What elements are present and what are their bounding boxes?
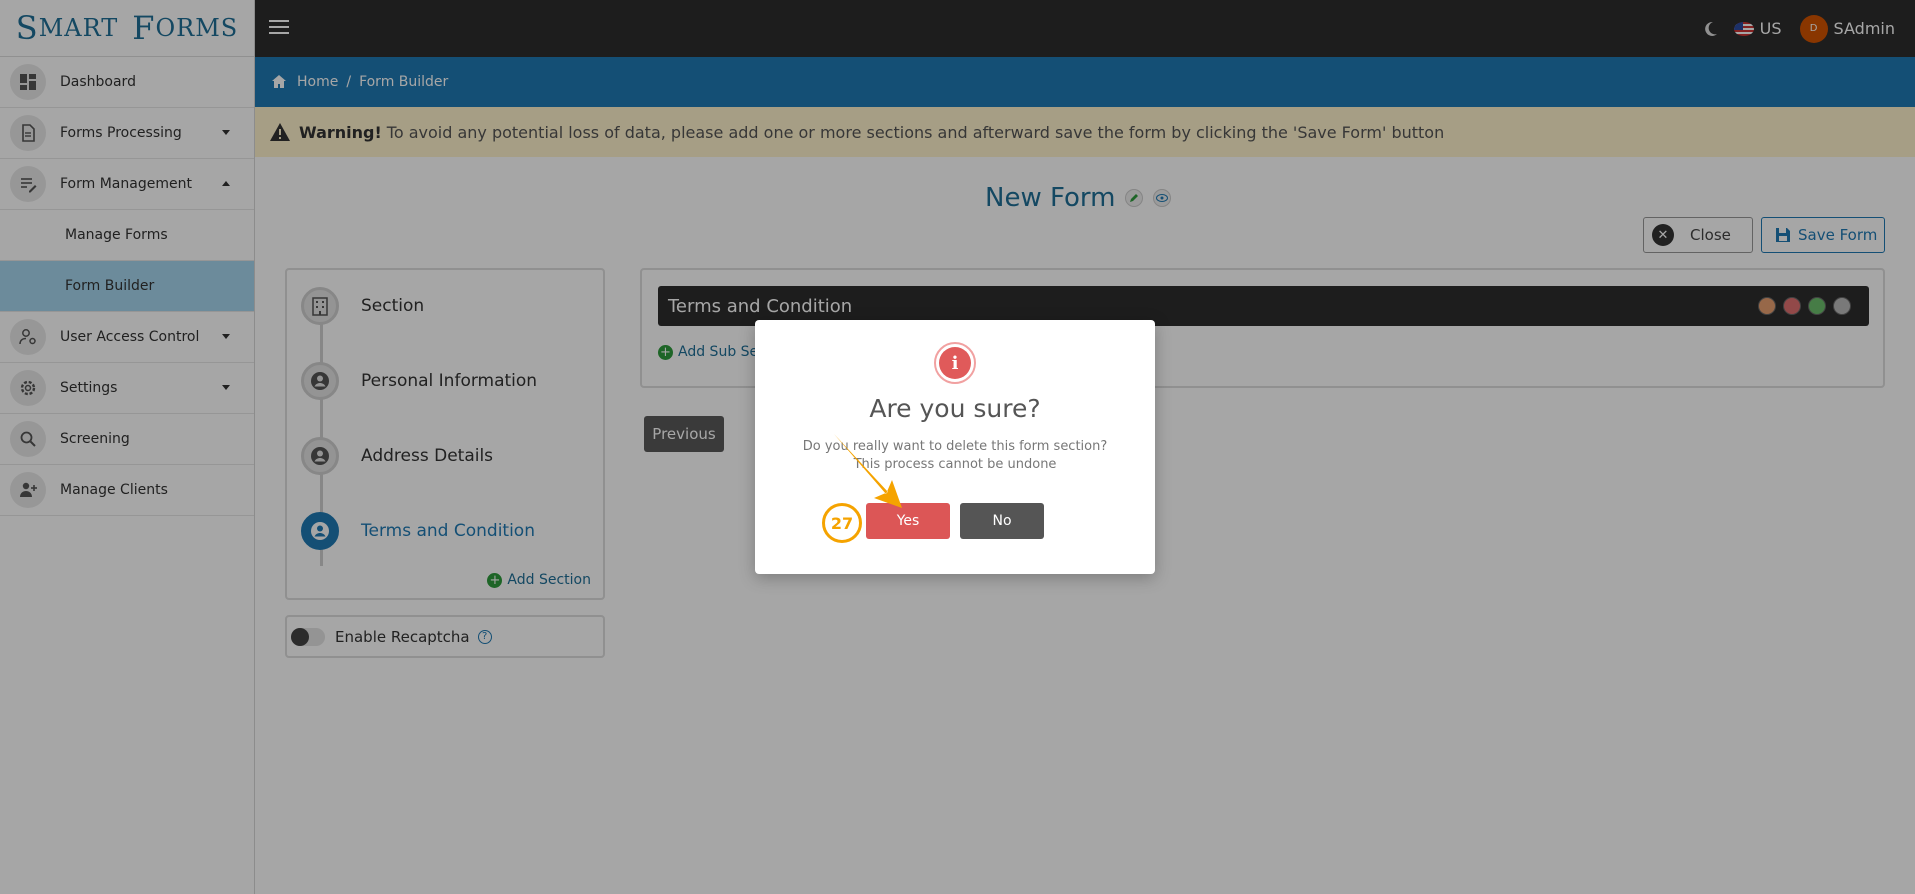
step-number-badge: 27	[822, 503, 862, 543]
pointer-arrow-icon	[834, 434, 902, 508]
info-icon: i	[934, 342, 976, 384]
confirm-dialog: i Are you sure? Do you really want to de…	[755, 320, 1155, 574]
dialog-title: Are you sure?	[869, 394, 1041, 423]
no-button[interactable]: No	[960, 503, 1044, 539]
